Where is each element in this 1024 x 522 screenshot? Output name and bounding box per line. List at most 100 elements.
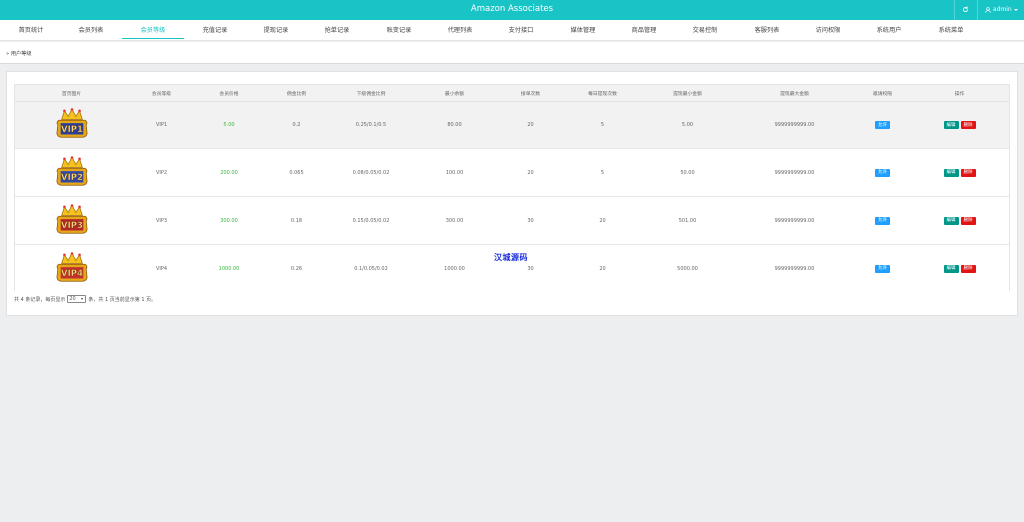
min-balance-cell: 1000.00	[444, 265, 465, 272]
table-row: VIP1 VIP1 5.00 0.2 0.25/0.1/0.5 80.00 20 5 5.00 9…	[15, 102, 1009, 149]
vip-badge-text: VIP4	[61, 269, 83, 279]
invite-allow-badge[interactable]: 允许	[875, 216, 890, 225]
column-header: 提现最小金额	[673, 91, 702, 97]
pagination-prefix: 共 4 条记录，每页显示	[14, 296, 66, 303]
table-row: VIP2 VIP2 200.00 0.065 0.08/0.05/0.02 100.00 2…	[15, 149, 1009, 197]
order-count-cell: 20	[527, 169, 534, 176]
nav-item[interactable]: 提现记录	[246, 20, 306, 41]
invite-allow-badge[interactable]: 允许	[875, 121, 890, 129]
edit-button[interactable]: 编辑	[943, 216, 959, 225]
nav-item[interactable]: 系统用户	[858, 20, 920, 41]
actions-cell: 编辑 删除	[910, 245, 1009, 292]
pagination: 共 4 条记录，每页显示 20 条，共 1 页当前显示第 1 页。	[14, 295, 156, 303]
order-count-cell: 20	[527, 122, 534, 128]
per-page-select[interactable]: 20	[67, 295, 87, 303]
column-header: 邀请权限	[872, 91, 893, 97]
column-header: 佣金比例	[286, 91, 307, 97]
min-withdraw-cell: 50.00	[680, 169, 695, 176]
vip-badge-image: VIP4	[56, 251, 87, 282]
delete-button[interactable]: 删除	[960, 216, 976, 225]
edit-button[interactable]: 编辑	[943, 168, 959, 177]
column-header: 会员价格	[219, 91, 239, 97]
nav-item[interactable]: 抢单记录	[306, 20, 368, 41]
level-cell: VIP2	[155, 169, 168, 176]
nav-item[interactable]: 首页统计	[0, 20, 62, 41]
nav-item[interactable]: 访问权限	[798, 20, 858, 41]
nav-item[interactable]: 会员列表	[60, 20, 122, 41]
column-header: 每日提现次数	[588, 91, 617, 97]
user-menu[interactable]: admin	[977, 0, 1024, 20]
daily-withdraw-cell: 20	[599, 265, 606, 272]
sub-commission-cell: 0.25/0.1/0.5	[355, 122, 387, 128]
nav-item[interactable]: 商品管理	[614, 20, 674, 41]
vip-badge-text: VIP3	[61, 221, 83, 231]
nav-item[interactable]: 会员等级	[122, 20, 184, 41]
invite-cell: 允许	[855, 149, 910, 196]
invite-cell: 允许	[855, 102, 910, 148]
image-cell: VIP4	[15, 245, 128, 292]
delete-button[interactable]: 删除	[960, 264, 976, 273]
max-withdraw-cell: 9999999999.00	[774, 265, 815, 272]
sub-commission-cell: 0.1/0.05/0.02	[354, 265, 388, 272]
price-cell: 200.00	[220, 169, 238, 176]
column-header: 操作	[954, 91, 965, 97]
vip-badge-image: VIP3	[56, 203, 87, 234]
nav-item[interactable]: 代理列表	[430, 20, 490, 41]
user-name: admin	[992, 6, 1012, 13]
column-header: 首页图片	[61, 91, 82, 97]
delete-button[interactable]: 删除	[960, 168, 976, 177]
column-header: 提现最大金额	[780, 91, 809, 97]
column-header: 接单次数	[520, 91, 541, 97]
sub-commission-cell: 0.15/0.05/0.02	[352, 217, 390, 224]
edit-button[interactable]: 编辑	[943, 121, 959, 129]
delete-button[interactable]: 删除	[960, 121, 976, 129]
commission-cell: 0.18	[290, 217, 303, 224]
breadcrumb-bar: » 用户等级	[0, 42, 1024, 64]
nav-item[interactable]: 账变记录	[368, 20, 430, 41]
app-title: Amazon Associates	[470, 4, 554, 14]
column-header: 最小余额	[444, 91, 465, 97]
vip-badge-text: VIP1	[61, 125, 83, 135]
min-balance-cell: 300.00	[445, 217, 464, 224]
user-icon	[985, 6, 991, 13]
max-withdraw-cell: 9999999999.00	[774, 169, 815, 176]
actions-cell: 编辑 删除	[910, 149, 1009, 196]
min-balance-cell: 100.00	[445, 169, 464, 176]
invite-cell: 允许	[855, 197, 910, 244]
commission-cell: 0.26	[290, 265, 303, 272]
nav-item[interactable]: 媒体管理	[552, 20, 614, 41]
min-withdraw-cell: 501.00	[678, 217, 697, 224]
nav-item[interactable]: 客服列表	[736, 20, 798, 41]
top-bar: Amazon Associates admin	[0, 0, 1024, 20]
actions-cell: 编辑 删除	[910, 102, 1009, 148]
column-header: 会员等级	[151, 91, 172, 97]
main-nav: 首页统计 会员列表 会员等级 充值记录 提现记录 抢单记录 账变记录 代理列表 支付接口 媒体管理…	[0, 20, 1024, 41]
nav-item[interactable]: 系统菜单	[920, 20, 982, 41]
table-row: VIP3 VIP3 300.00 0.18 0.15/0.05/0.02 300.00 30…	[15, 197, 1009, 245]
min-balance-cell: 80.00	[447, 122, 462, 128]
invite-allow-badge[interactable]: 允许	[875, 168, 890, 177]
nav-item[interactable]: 支付接口	[490, 20, 552, 41]
price-cell: 1000.00	[218, 265, 240, 272]
watermark-text: 汉城源码	[494, 253, 528, 262]
breadcrumb: » 用户等级	[6, 50, 32, 57]
refresh-button[interactable]	[954, 0, 976, 20]
order-count-cell: 30	[527, 217, 534, 224]
sub-commission-cell: 0.08/0.05/0.02	[352, 169, 390, 176]
max-withdraw-cell: 9999999999.00	[774, 122, 815, 128]
min-withdraw-cell: 5000.00	[677, 265, 698, 272]
refresh-icon	[962, 6, 969, 13]
column-header: 下级佣金比例	[356, 91, 386, 97]
chevron-down-icon	[1013, 8, 1018, 11]
nav-item[interactable]: 交易控制	[674, 20, 736, 41]
image-cell: VIP3	[15, 197, 128, 244]
invite-allow-badge[interactable]: 允许	[875, 264, 890, 273]
level-cell: VIP1	[155, 122, 168, 128]
breadcrumb-current: 用户等级	[10, 51, 32, 57]
commission-cell: 0.2	[292, 122, 301, 128]
edit-button[interactable]: 编辑	[943, 264, 959, 273]
invite-cell: 允许	[855, 245, 910, 292]
daily-withdraw-cell: 5	[600, 169, 605, 176]
vip-badge-image: VIP2	[56, 155, 87, 186]
nav-item[interactable]: 充值记录	[184, 20, 246, 41]
